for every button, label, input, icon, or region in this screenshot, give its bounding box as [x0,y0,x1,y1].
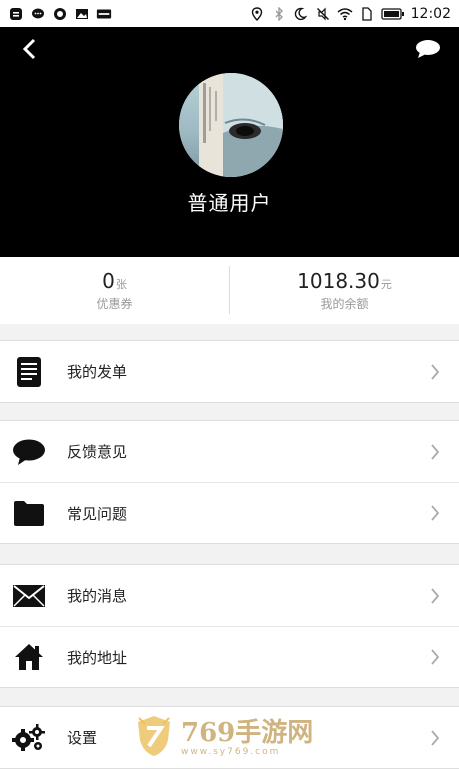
menu-item-faq[interactable]: 常见问题 [0,482,459,543]
menu-label-address: 我的地址 [67,648,128,667]
app-badge-icon [96,7,112,21]
menu-item-address[interactable]: 我的地址 [0,626,459,687]
coupon-stat[interactable]: 0张 优惠券 [0,257,229,324]
chevron-right-icon [425,442,445,462]
message-icon [8,7,24,21]
image-icon [74,7,90,21]
back-button[interactable] [14,35,46,67]
watermark-main: 769手游网 [181,718,314,748]
balance-label: 我的余额 [320,297,369,311]
home-icon [12,640,46,674]
coupon-unit: 张 [115,278,127,291]
balance-amount: 1018.30 [297,269,380,293]
folder-icon [12,496,46,530]
shield-logo-icon [135,714,173,762]
status-right-icons: 12:02 [249,6,451,22]
chevron-right-icon [425,503,445,523]
status-bar: 12:02 [0,0,459,27]
menu-label-feedback: 反馈意见 [67,443,128,461]
moon-icon [293,7,309,21]
username: 普通用户 [187,191,272,215]
menu-section-orders: 我的发单 [0,340,459,403]
wifi-icon [337,7,353,21]
account-stats: 0张 优惠券 1018.30元 我的余额 [0,257,459,324]
back-chevron-icon [22,38,38,64]
chat-bubble-icon [415,39,441,63]
chevron-right-icon [425,728,445,748]
document-icon [12,355,46,389]
battery-icon [380,7,405,21]
bluetooth-icon [271,6,287,21]
coupon-count: 0 [102,269,115,293]
menu-section-help: 反馈意见 常见问题 [0,420,459,544]
menu-label-faq: 常见问题 [67,504,128,523]
envelope-icon [12,579,46,613]
watermark-sub: www.sy769.com [181,747,281,757]
chat-button[interactable] [411,35,445,67]
menu-label-orders: 我的发单 [67,363,128,381]
profile-header: 普通用户 [0,27,459,257]
menu-section-personal: 我的消息 我的地址 [0,564,459,688]
avatar[interactable] [179,73,283,177]
menu-item-feedback[interactable]: 反馈意见 [0,421,459,482]
status-left-icons [8,7,112,21]
balance-stat[interactable]: 1018.30元 我的余额 [230,257,459,324]
balance-unit: 元 [380,278,392,291]
coupon-label: 优惠券 [96,297,133,311]
chat-bubble-icon [30,7,46,21]
menu-item-orders[interactable]: 我的发单 [0,341,459,402]
chevron-right-icon [425,647,445,667]
status-time: 12:02 [410,5,451,22]
gears-icon [12,721,46,755]
mute-icon [315,7,331,21]
speech-bubble-icon [12,435,46,469]
chevron-right-icon [425,586,445,606]
sim-icon [359,6,375,21]
site-watermark: 769手游网 www.sy769.com [135,714,313,762]
chevron-right-icon [425,362,445,382]
watermark-text: 769手游网 www.sy769.com [181,719,313,757]
menu-item-messages[interactable]: 我的消息 [0,565,459,626]
location-icon [249,6,265,21]
message-bubble-icon [52,7,68,21]
menu-label-messages: 我的消息 [67,587,128,605]
